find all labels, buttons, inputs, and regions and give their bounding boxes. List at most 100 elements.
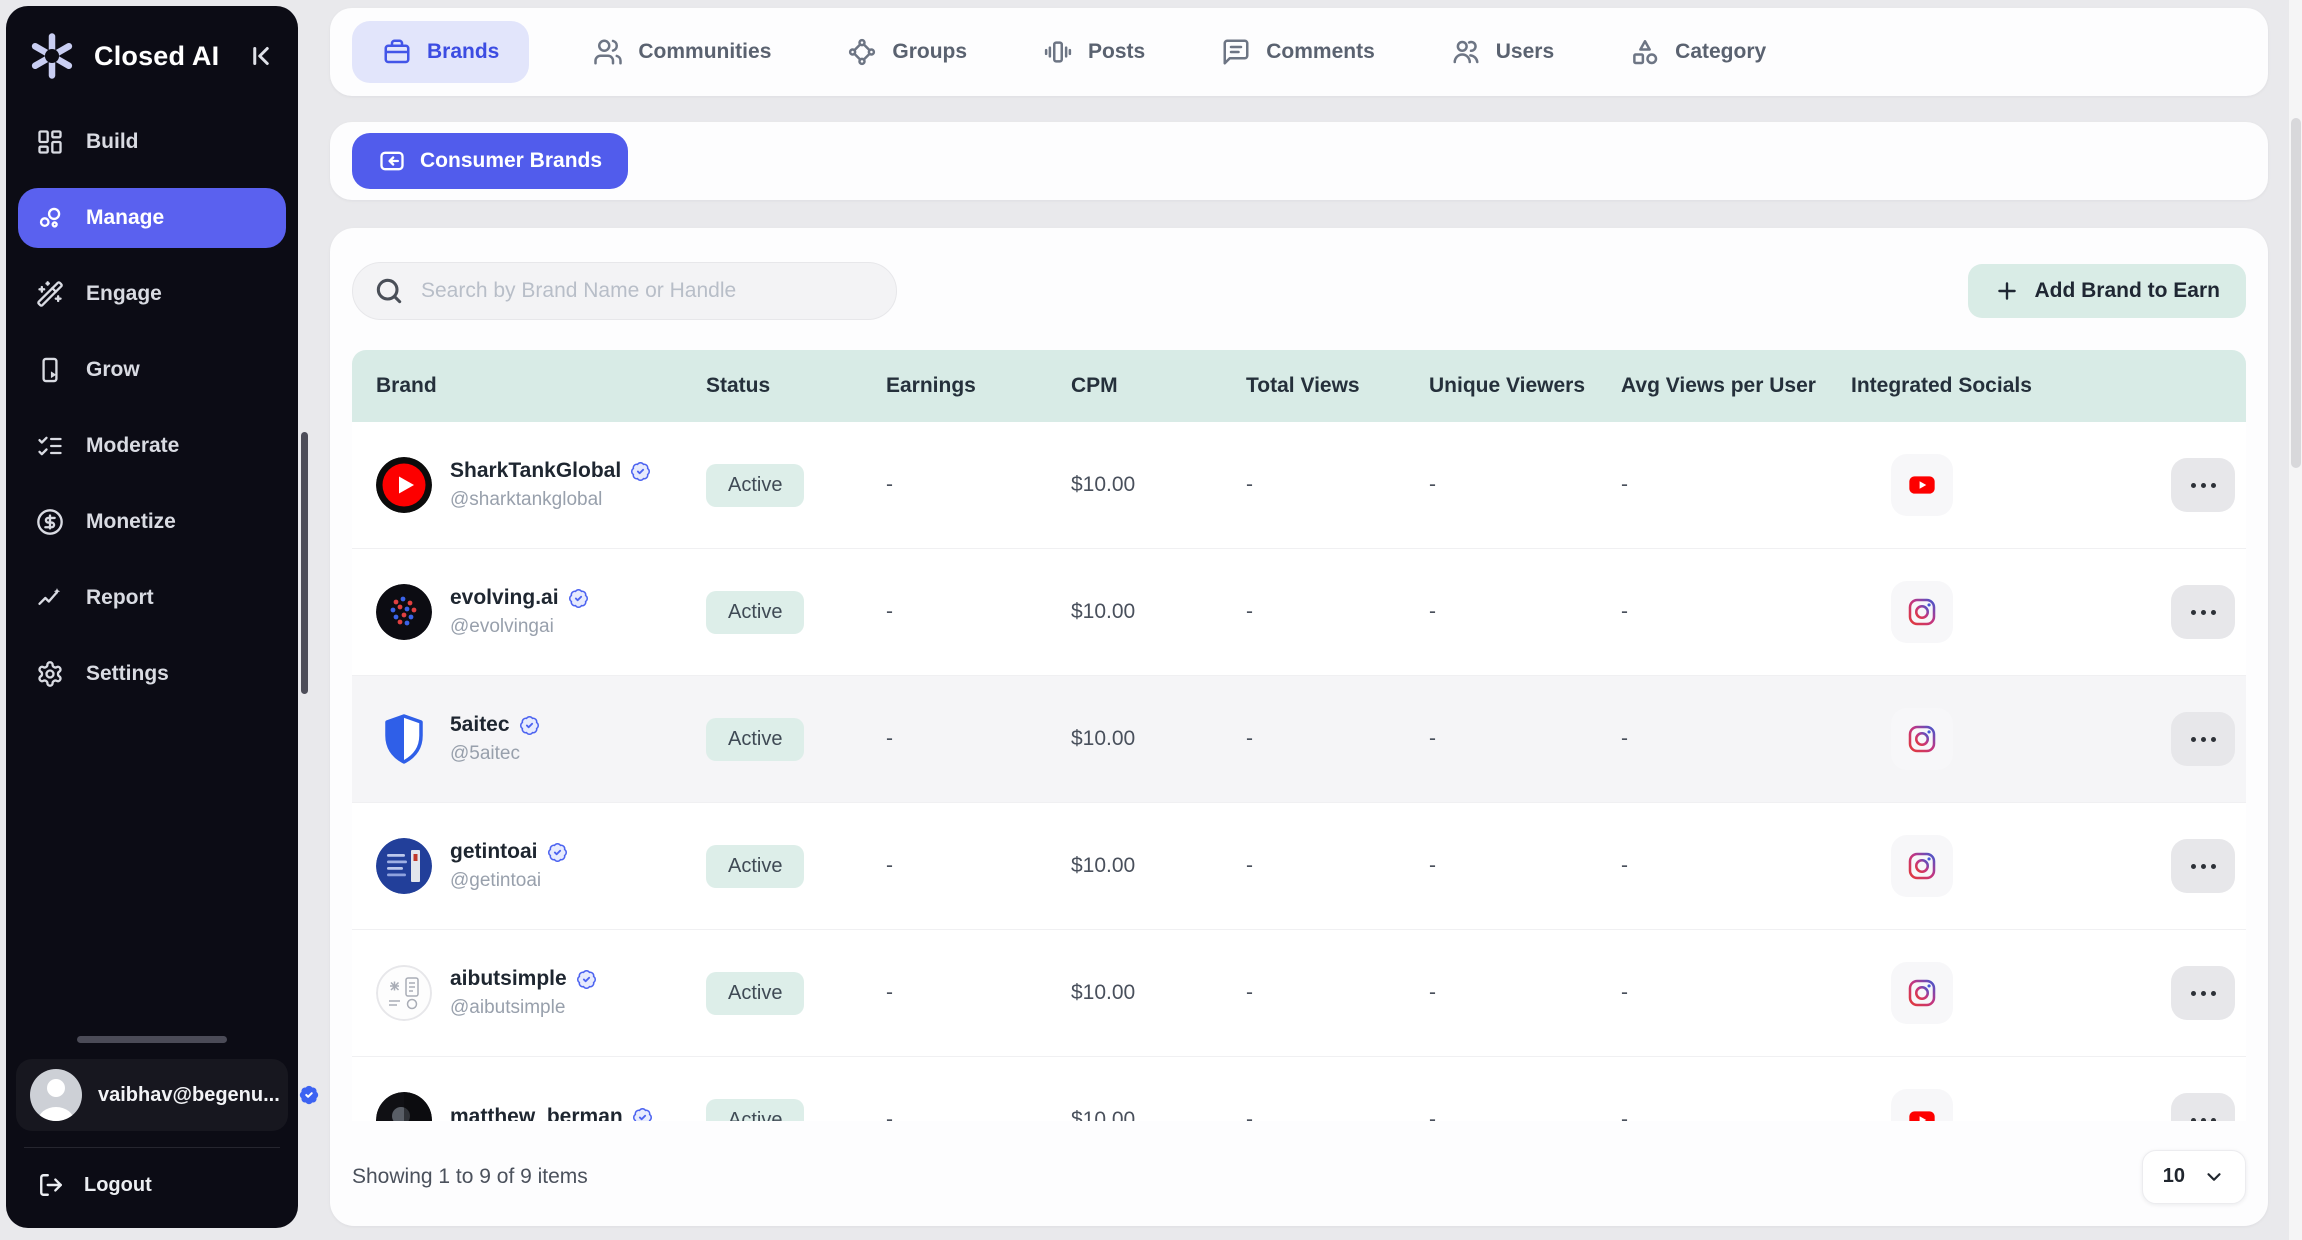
app-root: Closed AI Build Manage Engage Grow Moderate M… [0,0,2302,1240]
brand-title: Closed AI [94,41,219,72]
total-views-cell: - [1222,600,1405,624]
plus-icon [1994,278,2020,304]
column-header: CPM [1047,374,1222,398]
moderate-icon [36,432,64,460]
verified-badge-icon [576,969,597,990]
sidebar-scrollbar[interactable] [301,432,308,694]
socials-cell [1827,1089,2127,1121]
sidebar-item-manage[interactable]: Manage [18,188,286,248]
brand-avatar [376,584,432,640]
instagram-icon[interactable] [1891,581,1953,643]
build-icon [36,128,64,156]
actions-cell [2127,458,2246,512]
brand-name: 5aitec [450,713,510,737]
brand-cell[interactable]: evolving.ai@evolvingai [352,584,682,640]
tab-groups[interactable]: Groups [835,21,979,83]
column-header: Brand [352,374,682,398]
tab-users[interactable]: Users [1439,21,1566,83]
avg-views-cell: - [1597,981,1827,1005]
logout-button[interactable]: Logout [16,1148,288,1216]
table-rows: SharkTankGlobal@sharktankglobalActive-$1… [352,422,2246,1121]
engage-icon [36,280,64,308]
sidebar-item-report[interactable]: Report [18,568,286,628]
total-views-cell: - [1222,473,1405,497]
column-header: Earnings [862,374,1047,398]
search-bar[interactable] [352,262,897,320]
row-actions-button[interactable] [2171,839,2235,893]
earnings-cell: - [862,981,1047,1005]
sidebar: Closed AI Build Manage Engage Grow Moderate M… [6,6,298,1228]
status-badge: Active [706,845,804,888]
tab-label: Category [1675,40,1766,64]
sidebar-item-engage[interactable]: Engage [18,264,286,324]
tab-posts[interactable]: Posts [1031,21,1157,83]
page-size-select[interactable]: 10 [2142,1150,2246,1204]
tab-brands[interactable]: Brands [352,21,529,83]
sidebar-header: Closed AI [6,6,298,98]
sidebar-item-grow[interactable]: Grow [18,340,286,400]
verified-badge-icon [568,588,589,609]
verified-badge-icon [519,715,540,736]
actions-cell [2127,839,2246,893]
instagram-icon[interactable] [1891,962,1953,1024]
avg-views-cell: - [1597,473,1827,497]
instagram-icon[interactable] [1891,835,1953,897]
status-cell: Active [682,972,862,1015]
brand-avatar [376,457,432,513]
add-brand-button[interactable]: Add Brand to Earn [1968,264,2246,318]
user-card[interactable]: vaibhav@begenu... [16,1059,288,1131]
sidebar-resize-handle[interactable] [77,1036,227,1043]
row-actions-button[interactable] [2171,712,2235,766]
unique-viewers-cell: - [1405,1108,1597,1121]
collapse-sidebar-icon[interactable] [246,41,276,71]
sidebar-item-monetize[interactable]: Monetize [18,492,286,552]
brand-avatar [376,838,432,894]
status-cell: Active [682,464,862,507]
table-row: 5aitec@5aitecActive-$10.00--- [352,676,2246,803]
sidebar-item-settings[interactable]: Settings [18,644,286,704]
tab-label: Brands [427,40,499,64]
tab-communities[interactable]: Communities [581,21,783,83]
sidebar-item-moderate[interactable]: Moderate [18,416,286,476]
consumer-brands-icon [378,147,406,175]
column-header: Avg Views per User [1597,374,1827,398]
row-actions-button[interactable] [2171,1093,2235,1121]
status-cell: Active [682,845,862,888]
logout-label: Logout [84,1174,152,1197]
row-actions-button[interactable] [2171,966,2235,1020]
instagram-icon[interactable] [1891,708,1953,770]
earnings-cell: - [862,600,1047,624]
groups-icon [847,37,877,67]
sidebar-bottom: vaibhav@begenu... Logout [6,1036,298,1228]
user-email: vaibhav@begenu... [98,1084,280,1107]
brand-handle: @5aitec [450,743,540,765]
brand-cell[interactable]: matthew_berman [352,1092,682,1121]
brand-cell[interactable]: SharkTankGlobal@sharktankglobal [352,457,682,513]
actions-cell [2127,712,2246,766]
page-scrollbar[interactable] [2288,0,2302,1240]
brand-cell[interactable]: aibutsimple@aibutsimple [352,965,682,1021]
earnings-cell: - [862,727,1047,751]
brand-cell[interactable]: 5aitec @5aitec [352,711,682,767]
youtube-icon[interactable] [1891,1089,1953,1121]
search-input[interactable] [421,279,886,303]
brand-handle: @sharktankglobal [450,489,651,511]
brand-cell[interactable]: getintoai@getintoai [352,838,682,894]
closed-ai-logo-icon [26,30,78,82]
tab-comments[interactable]: Comments [1209,21,1387,83]
actions-cell [2127,966,2246,1020]
youtube-icon[interactable] [1891,454,1953,516]
row-actions-button[interactable] [2171,585,2235,639]
consumer-brands-button[interactable]: Consumer Brands [352,133,628,189]
page-scrollbar-thumb[interactable] [2291,118,2301,468]
earnings-cell: - [862,473,1047,497]
row-actions-button[interactable] [2171,458,2235,512]
main-area: Brands Communities Groups Posts Comments User… [330,0,2268,1240]
search-icon [373,275,405,307]
socials-cell [1827,454,2127,516]
sidebar-item-build[interactable]: Build [18,112,286,172]
tab-category[interactable]: Category [1618,21,1778,83]
table-toolbar: Add Brand to Earn [352,262,2246,320]
table-header: BrandStatusEarningsCPMTotal ViewsUnique … [352,350,2246,422]
table-row: evolving.ai@evolvingaiActive-$10.00--- [352,549,2246,676]
